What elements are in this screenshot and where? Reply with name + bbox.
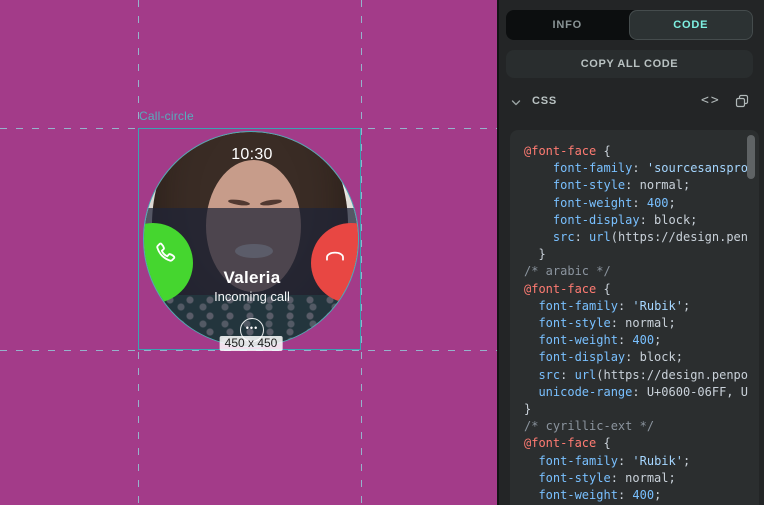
call-circle-shape[interactable]: 10:30 Valeria Incoming call ••• [143,131,359,347]
tab-info[interactable]: INFO [506,10,629,40]
code-line: @font-face { [524,281,749,298]
css-code-block: @font-face { font-family: 'sourcesanspro… [510,130,759,505]
code-line: } [524,401,749,418]
call-time: 10:30 [144,146,359,164]
code-line: @font-face { [524,435,749,452]
phone-icon [152,239,180,267]
code-line: font-style: normal; [524,315,749,332]
code-content: @font-face { font-family: 'sourcesanspro… [524,143,749,505]
tab-code[interactable]: CODE [629,10,754,40]
code-line: src: url(https://design.penpo [524,367,749,384]
code-view-icon[interactable]: <> [701,93,721,108]
caller-name: Valeria [144,268,359,288]
shape-name-label[interactable]: Call-circle [139,109,194,123]
code-line: } [524,246,749,263]
code-line: font-display: block; [524,349,749,366]
code-line: font-family: 'sourcesanspro [524,160,749,177]
code-line: font-family: 'Rubik'; [524,453,749,470]
copy-all-code-button[interactable]: COPY ALL CODE [506,50,753,78]
code-line: /* cyrillic-ext */ [524,418,749,435]
inspect-panel: INFO CODE COPY ALL CODE CSS <> @font-fac… [497,0,764,505]
design-canvas[interactable]: Call-circle 10:30 Valeria Incoming call … [0,0,497,505]
css-section-header[interactable]: CSS <> [506,90,759,116]
code-line: font-style: normal; [524,470,749,487]
code-line: font-style: normal; [524,177,749,194]
code-scrollbar-thumb[interactable] [747,135,755,179]
call-status: Incoming call [144,289,359,304]
code-line: unicode-range: U+0600-06FF, U [524,384,749,401]
phone-down-icon [322,242,348,268]
code-line: font-weight: 400; [524,487,749,504]
code-line: @font-face { [524,143,749,160]
code-line: src: url(https://design.pen [524,229,749,246]
inspect-tab-bar: INFO CODE [506,10,753,40]
copy-icon[interactable] [734,93,750,109]
css-section-title: CSS [532,95,557,107]
shape-size-badge: 450 x 450 [220,336,283,351]
chevron-down-icon[interactable] [510,97,522,109]
code-line: font-display: block; [524,212,749,229]
guide-line-vertical-right [361,0,362,505]
code-line: /* arabic */ [524,263,749,280]
code-line: font-weight: 400; [524,332,749,349]
code-line: font-family: 'Rubik'; [524,298,749,315]
code-line: font-weight: 400; [524,195,749,212]
